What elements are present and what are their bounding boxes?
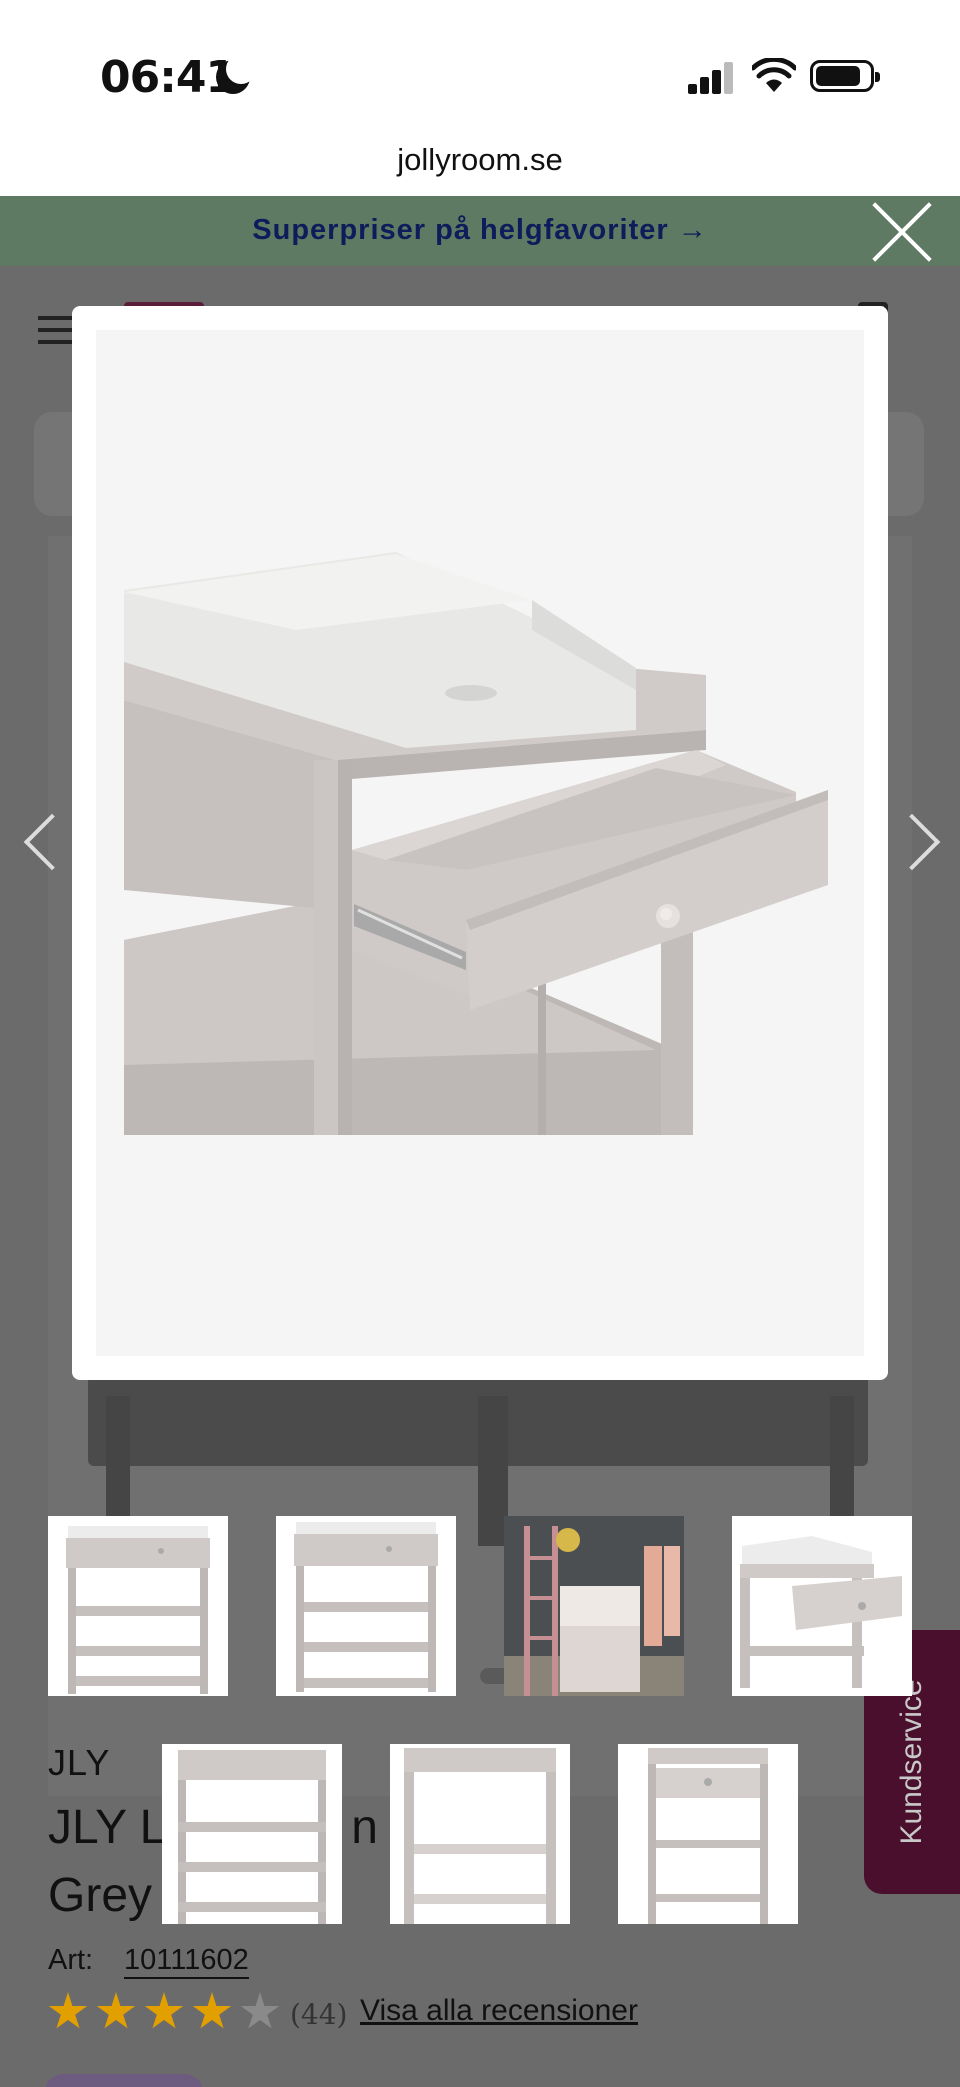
- promo-text[interactable]: Superpriser på helgfavoriter →: [0, 214, 960, 247]
- promo-banner[interactable]: Superpriser på helgfavoriter →: [0, 196, 960, 266]
- battery-icon: [810, 60, 880, 92]
- address-bar-url[interactable]: jollyroom.se: [0, 142, 960, 178]
- article-number[interactable]: 10111602: [124, 1944, 249, 1979]
- status-bar: 06:41: [0, 0, 960, 140]
- badge-stub: [44, 2074, 204, 2087]
- changing-table-image: [96, 330, 864, 1356]
- article-label: Art:: [48, 1944, 94, 1976]
- review-count: (44): [290, 1998, 348, 2031]
- clock: 06:41: [100, 52, 236, 103]
- thumbnail-4-active[interactable]: [732, 1516, 912, 1696]
- lightbox-image: [96, 330, 864, 1356]
- wifi-icon: [752, 58, 796, 92]
- thumbnail-5[interactable]: [162, 1744, 342, 1924]
- thumbnail-2[interactable]: [276, 1516, 456, 1696]
- moon-icon: [216, 54, 256, 94]
- thumbnail-7[interactable]: [618, 1744, 798, 1924]
- image-lightbox: [72, 306, 888, 1380]
- view-all-reviews-link[interactable]: Visa alla recensioner: [360, 1994, 638, 2028]
- next-image-arrow[interactable]: [898, 810, 938, 874]
- thumbnail-1[interactable]: [48, 1516, 228, 1696]
- menu-icon[interactable]: [38, 316, 74, 344]
- product-title-line2: Grey: [48, 1869, 153, 1922]
- previous-image-arrow[interactable]: [20, 810, 60, 874]
- close-lightbox-button[interactable]: [868, 198, 936, 266]
- customer-service-label: Kundservice: [895, 1679, 928, 1845]
- signal-icon: [688, 62, 734, 94]
- thumbnail-3[interactable]: [504, 1516, 684, 1696]
- thumbnail-6[interactable]: [390, 1744, 570, 1924]
- product-brand[interactable]: JLY: [48, 1742, 110, 1784]
